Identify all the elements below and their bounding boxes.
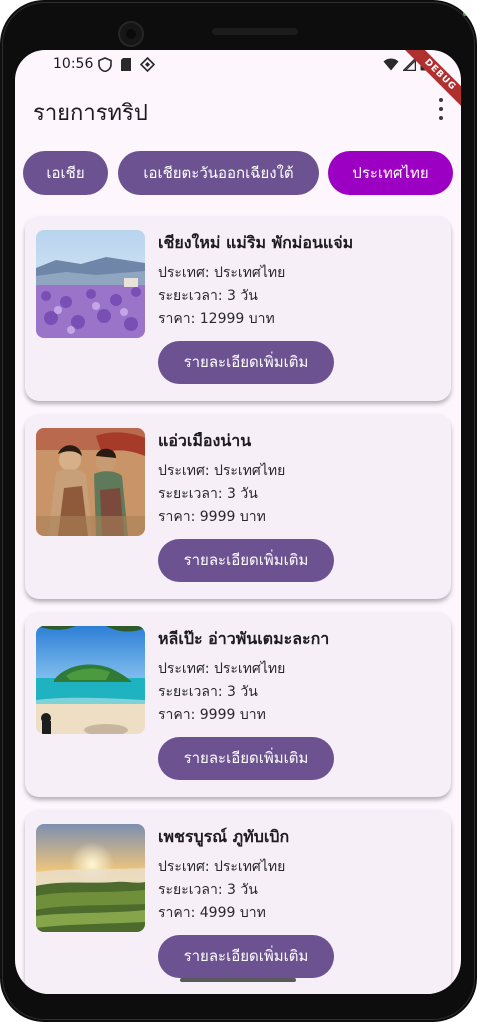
more-vert-icon [439,98,443,102]
status-notification-icons [98,57,155,72]
page-title: รายการทริป [33,101,148,126]
trip-details-button[interactable]: รายละเอียดเพิ่มเติม [158,539,334,582]
trip-card: แอ่วเมืองน่าน ประเทศ: ประเทศไทย ระยะเวลา… [25,414,451,599]
home-indicator[interactable] [180,978,296,982]
emulator-badge-icon [463,6,473,16]
trip-duration: ระยะเวลา: 3 วัน [158,288,258,304]
trip-country: ประเทศ: ประเทศไทย [158,661,286,677]
trip-duration: ระยะเวลา: 3 วัน [158,684,258,700]
trip-country: ประเทศ: ประเทศไทย [158,859,286,875]
filter-chip-row[interactable]: เอเชีย เอเชียตะวันออกเฉียงใต้ ประเทศไทย [23,151,453,195]
sd-card-icon [121,58,131,71]
diamond-icon [140,57,155,72]
trip-country: ประเทศ: ประเทศไทย [158,463,286,479]
trip-details-button[interactable]: รายละเอียดเพิ่มเติม [158,935,334,978]
trip-price: ราคา: 9999 บาท [158,707,266,723]
chip-thailand-selected[interactable]: ประเทศไทย [328,151,453,195]
trip-price: ราคา: 12999 บาท [158,311,275,327]
trip-card: หลีเป๊ะ อ่าวพันเตมะละกา ประเทศ: ประเทศไท… [25,612,451,797]
trip-details-button[interactable]: รายละเอียดเพิ่มเติม [158,737,334,780]
trip-title: เพชรบูรณ์ ภูทับเบิก [158,827,290,846]
trip-title: หลีเป๊ะ อ่าวพันเตมะละกา [158,629,330,648]
chip-southeast-asia[interactable]: เอเชียตะวันออกเฉียงใต้ [118,151,319,195]
trip-duration: ระยะเวลา: 3 วัน [158,882,258,898]
more-vert-dot [439,116,443,120]
chip-asia[interactable]: เอเชีย [23,151,108,195]
trip-duration: ระยะเวลา: 3 วัน [158,486,258,502]
app-bar: รายการทริป [15,82,461,138]
trip-card: เพชรบูรณ์ ภูทับเบิก ประเทศ: ประเทศไทย ระ… [25,810,451,994]
trip-country: ประเทศ: ประเทศไทย [158,265,286,281]
status-bar: 10:56 DEBUG [15,50,461,119]
shield-icon [98,57,112,72]
trip-image-chiang-mai [36,230,145,338]
trip-title: เชียงใหม่ แม่ริม พักม่อนแจ่ม [158,233,354,252]
front-camera [118,21,144,47]
trip-image-lipe-beach [36,626,145,734]
more-options-button[interactable] [435,98,447,120]
phone-frame: 10:56 DEBUG รายการทริป เอเชีย เอเชียตะวั… [0,0,477,1022]
trip-card: เชียงใหม่ แม่ริม พักม่อนแจ่ม ประเทศ: ประ… [25,216,451,401]
trip-price: ราคา: 9999 บาท [158,509,266,525]
trip-title: แอ่วเมืองน่าน [158,431,252,450]
trip-image-phu-thap-boek [36,824,145,932]
status-time: 10:56 [53,56,94,72]
trip-price: ราคา: 4999 บาท [158,905,266,921]
trip-details-button[interactable]: รายละเอียดเพิ่มเติม [158,341,334,384]
earpiece-speaker [212,28,298,35]
screen: 10:56 DEBUG รายการทริป เอเชีย เอเชียตะวั… [15,50,461,994]
more-vert-dot [439,107,443,111]
trip-image-nan-mural [36,428,145,536]
wifi-icon [383,58,399,70]
